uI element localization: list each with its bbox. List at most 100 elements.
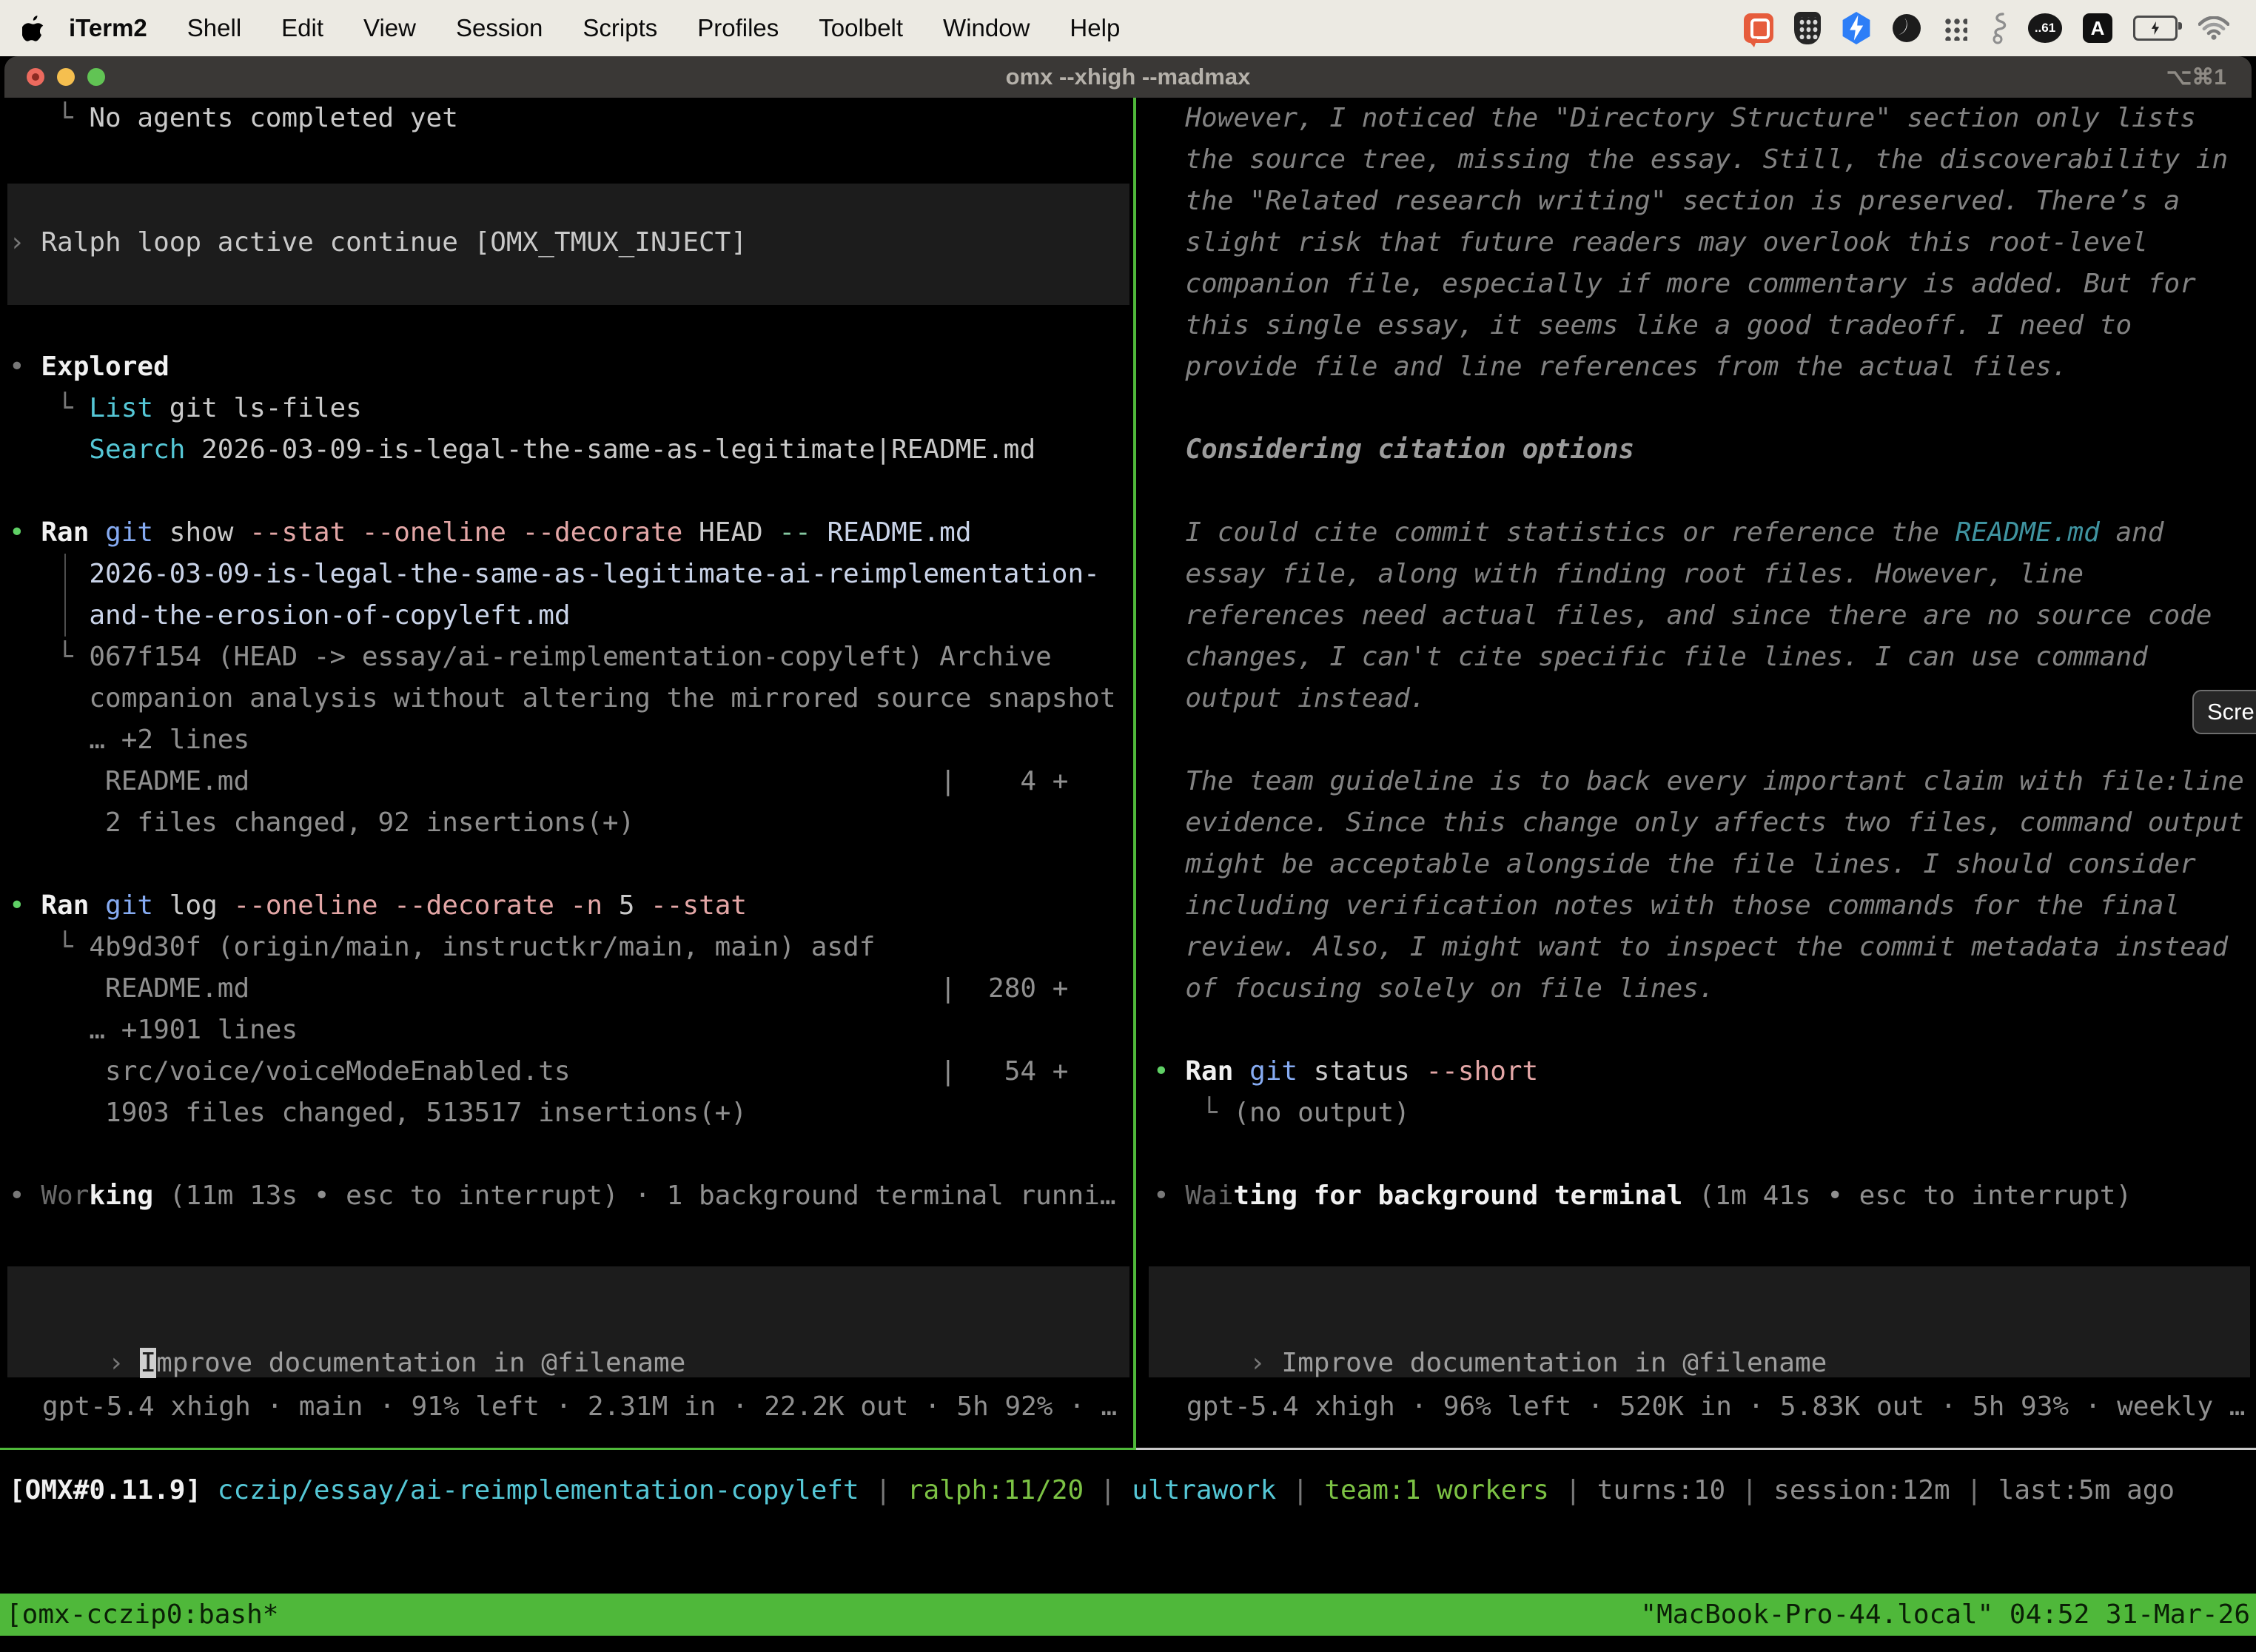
text-cursor: I <box>140 1348 156 1378</box>
screen-share-tooltip-label: Scre <box>2207 699 2255 725</box>
terminal-line: might be acceptable alongside the file l… <box>1153 844 2256 885</box>
terminal-line: and-the-erosion-of-copyleft.md <box>9 595 1134 637</box>
menu-item-iterm2[interactable]: iTerm2 <box>49 14 167 41</box>
reasoning-header: Considering citation options <box>1153 429 2256 471</box>
prompt-chevron: › <box>1249 1348 1281 1378</box>
battery-icon[interactable] <box>2133 16 2178 41</box>
terminal-line: … +2 lines <box>9 719 1134 761</box>
menu-item-view[interactable]: View <box>343 14 436 41</box>
terminal-line: essay file, along with finding root file… <box>1153 554 2256 595</box>
terminal-line: output instead. <box>1153 678 2256 719</box>
left-input-text: mprove documentation in @filename <box>156 1348 685 1378</box>
menu-items: iTerm2ShellEditViewSessionScriptsProfile… <box>49 14 1140 42</box>
terminal-line <box>9 181 1134 222</box>
screen-share-tooltip: Scre <box>2192 690 2256 734</box>
working-status-line: • Working (11m 13s • esc to interrupt) ·… <box>9 1175 1134 1217</box>
terminal-line: slight risk that future readers may over… <box>1153 222 2256 263</box>
shield-keyboard-icon[interactable] <box>1794 12 1821 44</box>
terminal-line: The team guideline is to back every impo… <box>1153 761 2256 802</box>
right-model-status-line: gpt-5.4 xhigh · 96% left · 520K in · 5.8… <box>1186 1386 2245 1428</box>
terminal-line: └ 067f154 (HEAD -> essay/ai-reimplementa… <box>9 637 1134 678</box>
screen-record-icon[interactable] <box>1744 13 1773 43</box>
menu-item-toolbelt[interactable]: Toolbelt <box>799 14 923 41</box>
tmux-pane-divider[interactable] <box>1133 98 1136 1448</box>
terminal-line: However, I noticed the "Directory Struct… <box>1153 98 2256 139</box>
apple-menu-icon[interactable] <box>22 15 44 41</box>
menu-item-scripts[interactable]: Scripts <box>563 14 677 41</box>
window-shortcut-badge: ⌥⌘1 <box>2166 64 2226 90</box>
terminal-line: 1903 files changed, 513517 insertions(+) <box>9 1092 1134 1134</box>
menu-item-session[interactable]: Session <box>436 14 563 41</box>
terminal-line: the source tree, missing the essay. Stil… <box>1153 139 2256 181</box>
menu-item-window[interactable]: Window <box>923 14 1050 41</box>
explored-header: • Explored <box>9 346 1134 388</box>
terminal-line: of focusing solely on file lines. <box>1153 968 2256 1010</box>
usage-badge-label: ..61 <box>2035 21 2055 36</box>
right-prompt-input[interactable]: › Improve documentation in @filename <box>1149 1266 2250 1377</box>
terminal-line: 2026-03-09-is-legal-the-same-as-legitima… <box>9 554 1134 595</box>
macos-menu-bar: iTerm2ShellEditViewSessionScriptsProfile… <box>0 0 2256 56</box>
usage-badge-icon[interactable]: ..61 <box>2028 13 2062 43</box>
window-title-bar: omx --xhigh --madmax ⌥⌘1 <box>4 56 2252 98</box>
ralph-loop-banner: › Ralph loop active continue [OMX_TMUX_I… <box>9 222 1134 263</box>
terminal-line: README.md| 4 + <box>9 761 1134 802</box>
prompt-chevron: › <box>108 1348 140 1378</box>
bolt-hexagon-icon[interactable] <box>1842 12 1871 44</box>
terminal-line <box>1153 388 2256 429</box>
left-model-status-line: gpt-5.4 xhigh · main · 91% left · 2.31M … <box>42 1386 1117 1428</box>
wifi-icon[interactable] <box>2198 16 2229 40</box>
ran-git-status: • Ran git status --short <box>1153 1051 2256 1092</box>
terminal-line: 2 files changed, 92 insertions(+) <box>9 802 1134 844</box>
right-pane-output: However, I noticed the "Directory Struct… <box>1153 98 2256 1217</box>
waiting-status-line: • Waiting for background terminal (1m 41… <box>1153 1175 2256 1217</box>
left-prompt-input[interactable]: › Improve documentation in @filename <box>7 1266 1129 1377</box>
menu-item-edit[interactable]: Edit <box>261 14 343 41</box>
terminal-line <box>1153 1134 2256 1175</box>
menu-item-profiles[interactable]: Profiles <box>677 14 799 41</box>
terminal-line: including verification notes with those … <box>1153 885 2256 927</box>
input-source-icon[interactable]: A <box>2083 13 2112 43</box>
terminal-line <box>1153 471 2256 512</box>
window-title: omx --xhigh --madmax <box>4 64 2252 90</box>
terminal-line <box>9 263 1134 305</box>
terminal-line <box>1153 1010 2256 1051</box>
dots-grid-icon[interactable] <box>1942 16 1967 41</box>
terminal-line: I could cite commit statistics or refere… <box>1153 512 2256 554</box>
terminal-line: provide file and line references from th… <box>1153 346 2256 388</box>
terminal-line: changes, I can't cite specific file line… <box>1153 637 2256 678</box>
terminal-line: └ (no output) <box>1153 1092 2256 1134</box>
tmux-host-clock-label: "MacBook-Pro-44.local" 04:52 31-Mar-26 <box>1634 1599 2256 1630</box>
left-pane-output: └ No agents completed yet › Ralph loop ac… <box>9 98 1134 1217</box>
agents-status-line: └ No agents completed yet <box>9 98 1134 139</box>
menu-item-shell[interactable]: Shell <box>167 14 261 41</box>
input-source-label: A <box>2091 17 2105 40</box>
terminal-line: Search 2026-03-09-is-legal-the-same-as-l… <box>9 429 1134 471</box>
tmux-hsplit-border-right <box>1136 1448 2256 1450</box>
crescent-circle-icon[interactable] <box>1892 13 1921 43</box>
terminal-line: └ List git ls-files <box>9 388 1134 429</box>
terminal-line: src/voice/voiceModeEnabled.ts| 54 + <box>9 1051 1134 1092</box>
terminal-line <box>9 1134 1134 1175</box>
menu-item-help[interactable]: Help <box>1050 14 1140 41</box>
squiggle-icon[interactable] <box>1988 12 2007 44</box>
terminal-line <box>1153 719 2256 761</box>
terminal-line: review. Also, I might want to inspect th… <box>1153 927 2256 968</box>
terminal-line: this single essay, it seems like a good … <box>1153 305 2256 346</box>
terminal-line: companion file, especially if more comme… <box>1153 263 2256 305</box>
diffstat-column: | 280 + <box>940 968 1068 1010</box>
ran-git-show: • Ran git show --stat --oneline --decora… <box>9 512 1134 554</box>
diffstat-column: | 4 + <box>940 761 1068 802</box>
terminal-line: … +1901 lines <box>9 1010 1134 1051</box>
right-input-text: Improve documentation in @filename <box>1281 1348 1827 1378</box>
menu-status-icons: ..61 A <box>1744 12 2229 44</box>
tmux-session-label[interactable]: [omx-cczip0:bash* <box>0 1599 284 1630</box>
terminal-line <box>9 471 1134 512</box>
terminal-line <box>9 844 1134 885</box>
omx-status-segments: [OMX#0.11.9] cczip/essay/ai-reimplementa… <box>9 1470 2252 1511</box>
terminal-line: evidence. Since this change only affects… <box>1153 802 2256 844</box>
terminal-line <box>9 139 1134 181</box>
tmux-hsplit-border-left <box>0 1448 1136 1450</box>
terminal-line: └ 4b9d30f (origin/main, instructkr/main,… <box>9 927 1134 968</box>
tmux-status-bar: [omx-cczip0:bash* "MacBook-Pro-44.local"… <box>0 1594 2256 1636</box>
terminal-line: the "Related research writing" section i… <box>1153 181 2256 222</box>
